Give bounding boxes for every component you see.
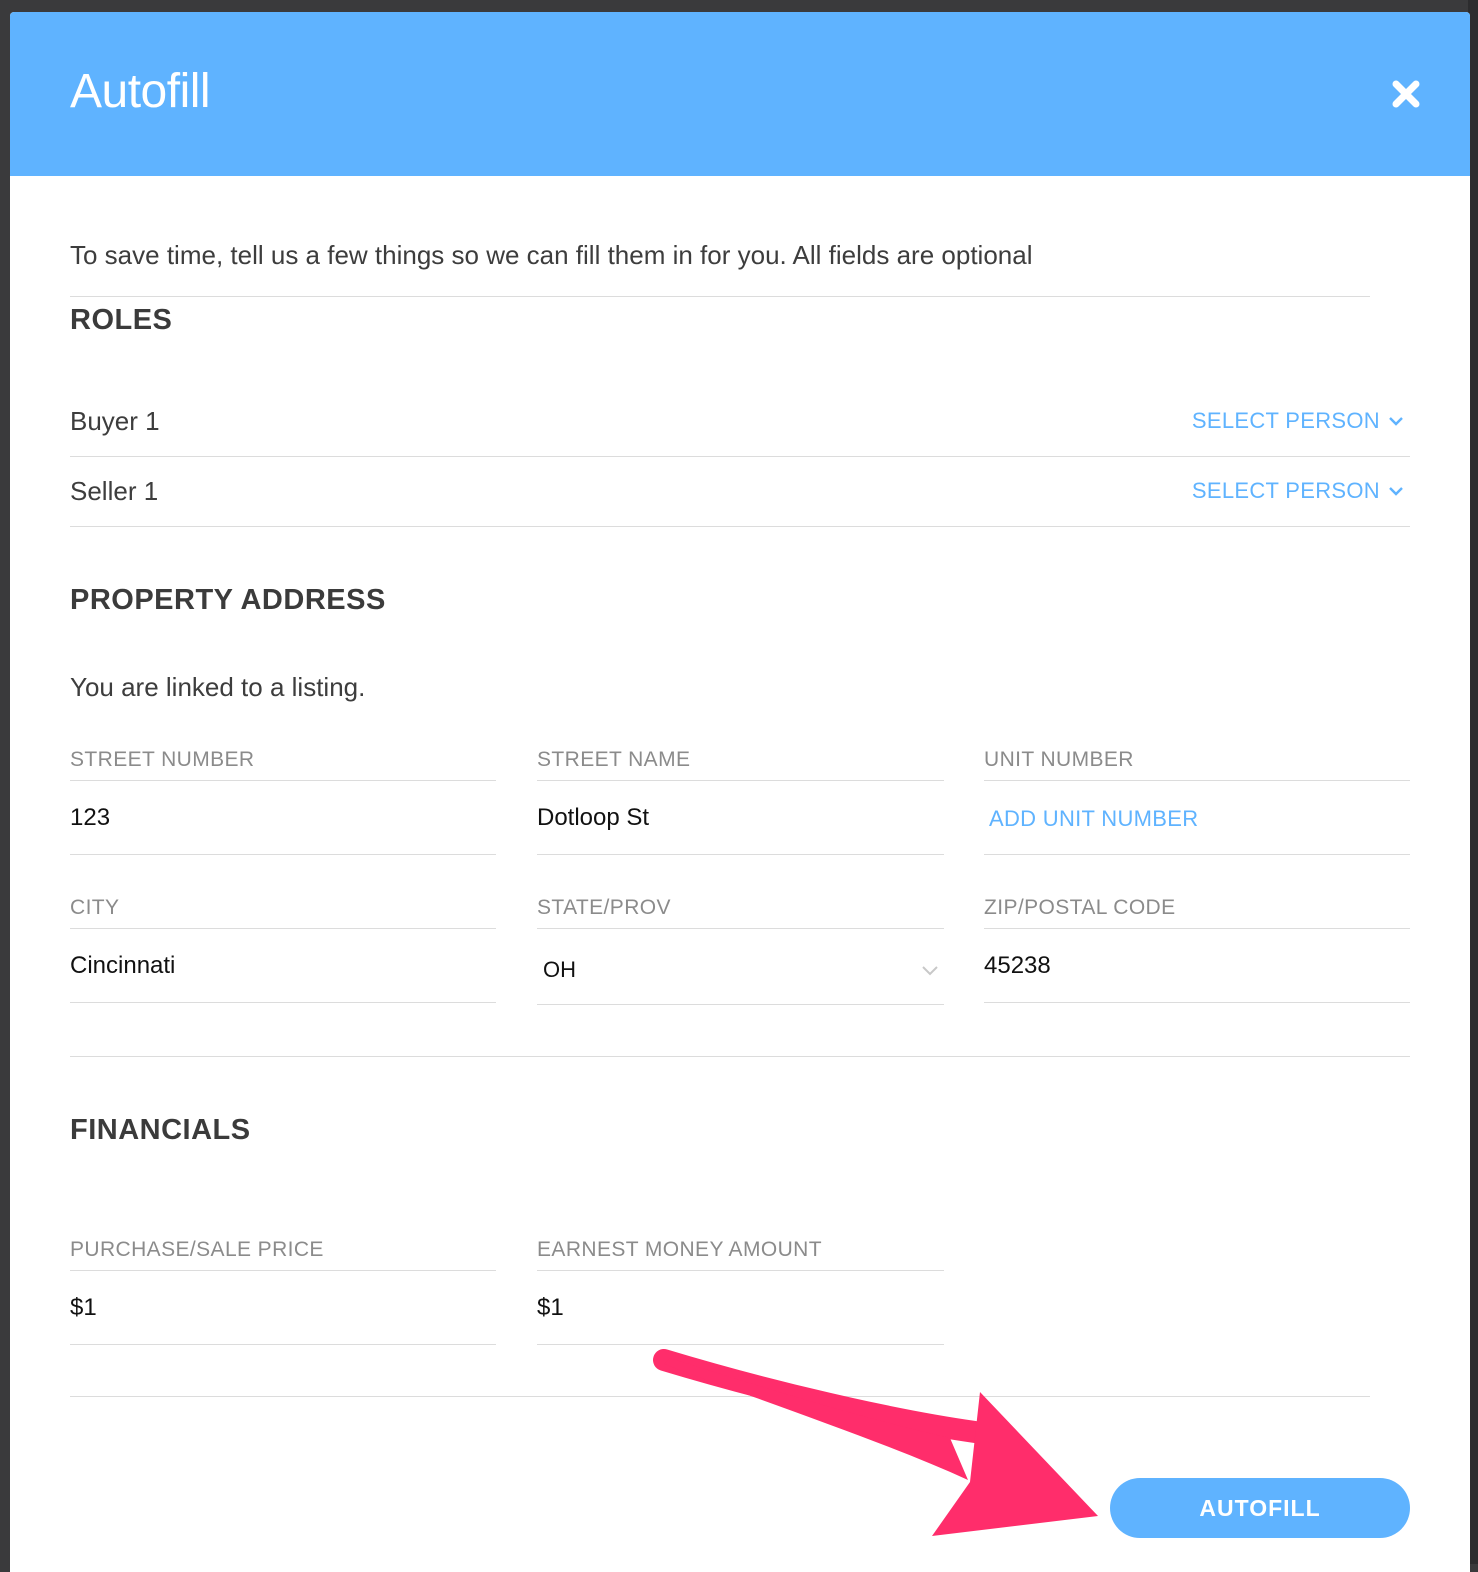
role-label-seller: Seller 1 [70,476,159,506]
street-name-label: STREET NAME [537,748,691,771]
linked-listing-note: You are linked to a listing. [70,672,366,702]
divider [70,780,496,781]
field-underline [70,1344,496,1345]
select-person-label: SELECT PERSON [1191,478,1380,503]
modal-title: Autofill [70,65,211,118]
street-name-field[interactable]: Dotloop St [537,804,649,832]
divider [70,1270,496,1271]
street-number-field[interactable]: 123 [70,804,110,832]
state-select[interactable]: OH [537,940,944,1000]
divider [984,780,1410,781]
close-button[interactable] [1390,78,1422,110]
select-person-label: SELECT PERSON [1191,408,1380,433]
divider [70,456,1410,457]
select-person-buyer[interactable]: SELECT PERSON [1192,408,1404,434]
property-address-heading: PROPERTY ADDRESS [70,584,386,616]
state-label: STATE/PROV [537,896,671,919]
divider [537,928,944,929]
chevron-down-icon [1389,487,1403,496]
purchase-price-field[interactable]: $1 [70,1294,97,1322]
select-person-seller[interactable]: SELECT PERSON [1192,478,1404,504]
state-value: OH [543,957,576,982]
divider [70,1056,1410,1057]
chevron-down-icon [1389,417,1403,426]
field-underline [537,1004,944,1005]
roles-heading: ROLES [70,304,173,336]
close-icon [1392,80,1420,108]
divider [70,1396,1370,1397]
unit-number-label: UNIT NUMBER [984,748,1134,771]
field-underline [984,854,1410,855]
city-label: CITY [70,896,120,919]
zip-label: ZIP/POSTAL CODE [984,896,1176,919]
divider [537,780,944,781]
financials-heading: FINANCIALS [70,1114,251,1146]
zip-field[interactable]: 45238 [984,952,1051,980]
role-label-buyer: Buyer 1 [70,406,160,436]
earnest-money-label: EARNEST MONEY AMOUNT [537,1238,822,1261]
add-unit-number-link[interactable]: ADD UNIT NUMBER [989,806,1198,832]
purchase-price-label: PURCHASE/SALE PRICE [70,1238,324,1261]
field-underline [70,854,496,855]
autofill-button[interactable]: AUTOFILL [1110,1478,1410,1538]
field-underline [537,1344,944,1345]
divider [70,526,1410,527]
chevron-down-icon [922,966,938,976]
modal-header: Autofill [10,12,1470,176]
field-underline [70,1002,496,1003]
street-number-label: STREET NUMBER [70,748,255,771]
divider [70,296,1370,297]
intro-text: To save time, tell us a few things so we… [70,240,1033,270]
autofill-modal: Autofill To save time, tell us a few thi… [10,12,1470,1572]
city-field[interactable]: Cincinnati [70,952,175,980]
field-underline [537,854,944,855]
field-underline [984,1002,1410,1003]
divider [70,928,496,929]
divider [537,1270,944,1271]
earnest-money-field[interactable]: $1 [537,1294,564,1322]
divider [984,928,1410,929]
